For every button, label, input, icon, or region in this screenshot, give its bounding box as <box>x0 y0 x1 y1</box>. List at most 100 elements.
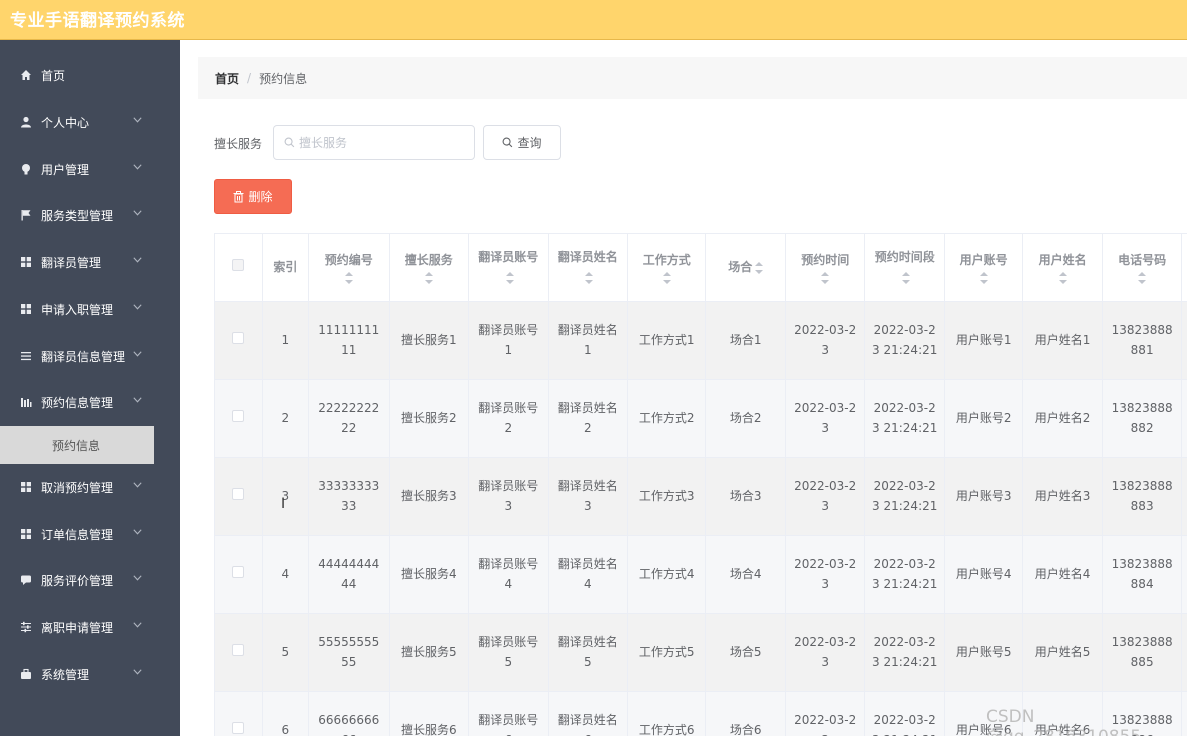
sidebar-item[interactable]: 翻译员管理 <box>0 239 180 285</box>
column-header[interactable]: 电话号码 <box>1102 234 1183 302</box>
top-bar: 专业手语翻译预约系统 <box>0 0 1187 40</box>
search-input[interactable] <box>299 135 459 150</box>
table-cell: 2022-03-23 <box>785 535 866 614</box>
table-cell: 擅长服务6 <box>389 691 470 736</box>
column-header[interactable]: 擅长服务 <box>389 234 470 302</box>
sort-caret-icon[interactable] <box>1138 272 1147 285</box>
table-cell: 用户姓名1 <box>1022 301 1103 380</box>
sort-caret-icon[interactable] <box>424 272 433 285</box>
chevron-down-icon <box>133 395 142 406</box>
sidebar-item[interactable]: 首页 <box>0 52 180 98</box>
column-header[interactable]: 场合 <box>705 234 786 302</box>
column-header-label: 预约时间段 <box>874 250 935 265</box>
sort-caret-icon[interactable] <box>662 272 671 285</box>
sidebar-item-label: 服务评价管理 <box>41 573 114 588</box>
table-row[interactable]: 1 1111111111 擅长服务1 翻译员账号1 翻译员姓名1 工作方式1 场合1 2022… <box>215 301 1187 380</box>
sidebar-item-label: 翻译员信息管理 <box>41 349 126 364</box>
table-cell: 6666666666 <box>308 691 390 736</box>
chevron-down-icon <box>133 349 142 360</box>
table-cell: 翻译员账号6 <box>468 691 549 736</box>
chart-icon <box>19 396 33 408</box>
column-header[interactable]: 工作方式 <box>627 234 707 302</box>
table-cell: 工作方式2 <box>627 379 707 458</box>
table-cell: 擅长服务4 <box>389 535 470 614</box>
select-all-checkbox[interactable] <box>232 259 245 272</box>
column-header[interactable]: 翻译员姓名 <box>548 234 629 302</box>
table-cell: 1111111111 <box>308 301 390 380</box>
user-icon <box>19 116 33 128</box>
table-cell: 场合2 <box>705 379 786 458</box>
breadcrumb-home[interactable]: 首页 <box>215 70 239 87</box>
column-header-label: 翻译员账号 <box>478 250 539 265</box>
grid-icon <box>19 256 33 268</box>
sort-caret-icon[interactable] <box>505 271 514 284</box>
row-checkbox[interactable] <box>232 488 245 500</box>
column-header[interactable]: 预约时间 <box>785 234 866 302</box>
sidebar-item[interactable]: 申请入职管理 <box>0 286 180 332</box>
sidebar-item[interactable]: 离职申请管理 <box>0 604 180 650</box>
delete-button-label: 删除 <box>248 190 273 204</box>
row-checkbox[interactable] <box>232 410 245 422</box>
table-cell: 翻译员账号2 <box>468 379 549 458</box>
chevron-down-icon <box>133 208 142 219</box>
table-cell: 3 <box>262 457 309 536</box>
column-header[interactable]: 翻译员账号 <box>468 234 549 302</box>
table-cell: 用户账号3 <box>944 457 1024 536</box>
sidebar-item[interactable]: 系统管理 <box>0 651 180 697</box>
sidebar-item[interactable]: 服务评价管理 <box>0 557 180 603</box>
row-checkbox[interactable] <box>232 722 245 734</box>
query-button-label: 查询 <box>517 136 542 150</box>
column-header-label: 索引 <box>273 260 298 275</box>
row-checkbox[interactable] <box>232 332 245 344</box>
search-field[interactable] <box>273 125 475 160</box>
row-checkbox[interactable] <box>232 644 245 656</box>
sidebar-item[interactable]: 翻译员信息管理 <box>0 333 180 379</box>
sidebar-subitem-reservation-info[interactable]: 预约信息 <box>0 426 154 464</box>
sidebar-item[interactable]: 个人中心 <box>0 99 180 145</box>
sidebar-item[interactable]: 预约信息管理 <box>0 379 180 425</box>
table-cell: 2022-03-23 <box>785 379 866 458</box>
table-row[interactable]: 4 4444444444 擅长服务4 翻译员账号4 翻译员姓名4 工作方式4 场合4 2022… <box>215 535 1187 614</box>
column-header[interactable]: 审核回复 <box>1181 234 1187 302</box>
column-header[interactable]: 用户姓名 <box>1022 234 1103 302</box>
breadcrumb: 首页 / 预约信息 <box>198 57 1187 99</box>
table-cell: 3333333333 <box>308 457 390 536</box>
search-icon <box>503 137 513 148</box>
column-header[interactable]: 预约编号 <box>308 234 390 302</box>
table-row[interactable]: 2 2222222222 擅长服务2 翻译员账号2 翻译员姓名2 工作方式2 场合2 2022… <box>215 379 1187 458</box>
column-header[interactable]: 预约时间段 <box>864 234 945 302</box>
table-cell: 1 <box>262 301 309 380</box>
sidebar-item[interactable]: 用户管理 <box>0 146 180 192</box>
app-title: 专业手语翻译预约系统 <box>10 11 185 31</box>
home-icon <box>19 69 33 81</box>
delete-button[interactable]: 删除 <box>214 179 292 214</box>
column-header: 索引 <box>262 234 309 302</box>
sidebar-item[interactable]: 订单信息管理 <box>0 511 180 557</box>
table-cell <box>1181 613 1187 692</box>
column-header[interactable]: 用户账号 <box>944 234 1024 302</box>
row-checkbox[interactable] <box>232 566 245 578</box>
sidebar-item-label: 离职申请管理 <box>41 620 114 635</box>
breadcrumb-separator: / <box>247 71 252 85</box>
column-header-label: 用户账号 <box>959 253 1008 268</box>
row-select-cell <box>215 691 263 736</box>
sort-caret-icon[interactable] <box>585 271 594 284</box>
sidebar-item[interactable]: 服务类型管理 <box>0 192 180 238</box>
sort-caret-icon[interactable] <box>755 261 764 274</box>
query-button[interactable]: 查询 <box>483 125 561 160</box>
sidebar-item[interactable]: 取消预约管理 <box>0 464 180 510</box>
table-row[interactable]: 5 5555555555 擅长服务5 翻译员账号5 翻译员姓名5 工作方式5 场合5 2022… <box>215 613 1187 692</box>
sidebar-item-label: 取消预约管理 <box>41 480 114 495</box>
row-select-cell <box>215 457 263 536</box>
chevron-down-icon <box>133 527 142 538</box>
sort-caret-icon[interactable] <box>821 272 830 285</box>
table-row[interactable]: 3 3333333333 擅长服务3 翻译员账号3 翻译员姓名3 工作方式3 场合3 2022… <box>215 457 1187 536</box>
row-select-cell <box>215 379 263 458</box>
sort-caret-icon[interactable] <box>344 272 353 285</box>
table-cell: 5555555555 <box>308 613 390 692</box>
sort-caret-icon[interactable] <box>979 272 988 285</box>
table-cell: 13823888882 <box>1102 379 1183 458</box>
chevron-down-icon <box>133 162 142 173</box>
sort-caret-icon[interactable] <box>902 271 911 284</box>
sort-caret-icon[interactable] <box>1058 272 1067 285</box>
